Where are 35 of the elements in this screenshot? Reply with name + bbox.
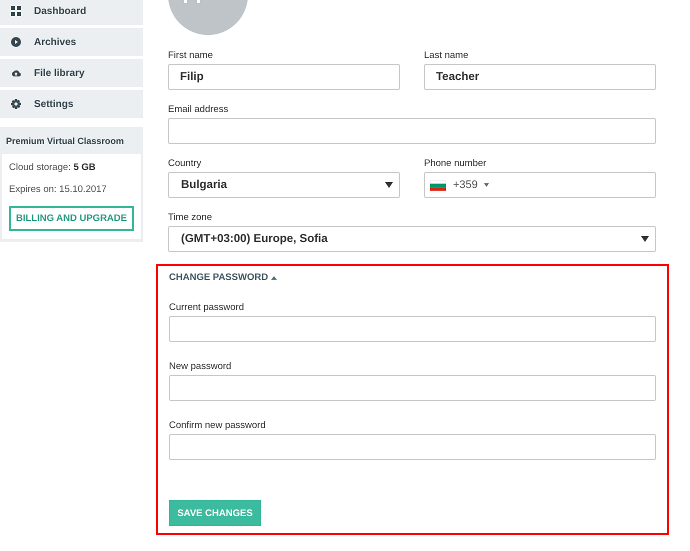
caret-icon [484,183,489,187]
input-field[interactable] [168,118,656,144]
expiry-text: Expires on: 15.10.2017 [9,184,108,195]
phone-field[interactable]: +359 [424,172,656,198]
field-label: Email address [168,104,230,115]
grid-icon [11,6,21,16]
field-label: Time zone [168,212,213,223]
change-password-toggle[interactable]: CHANGE PASSWORD [169,272,278,283]
field-label: First name [168,50,214,61]
storage-text: Cloud storage: 5 GB [9,162,97,173]
select-field[interactable]: Bulgaria [168,172,400,198]
password-field[interactable] [169,375,656,401]
sidebar-item[interactable]: Dashboard [0,0,143,25]
password-field[interactable] [169,316,656,342]
field-label: Country [168,158,202,169]
field-label: Phone number [424,158,488,169]
sidebar-item[interactable]: Archives [0,28,143,56]
field-label: Confirm new password [169,420,267,431]
flag-icon [430,180,446,190]
input-field[interactable]: Teacher [424,64,656,90]
field-label: New password [169,361,232,372]
input-field[interactable]: Filip [168,64,400,90]
cloud-upload-icon [11,68,21,78]
sidebar-item[interactable]: Settings [0,90,143,118]
plan-title: Premium Virtual Classroom [5,135,125,148]
caret-icon [641,236,649,242]
gear-icon [11,99,21,109]
password-field[interactable] [169,434,656,460]
select-field[interactable]: (GMT+03:00) Europe, Sofia [168,226,656,252]
caret-icon [385,182,393,188]
sidebar-item[interactable]: File library [0,59,143,87]
play-circle-icon [11,37,21,47]
field-label: Current password [169,302,245,313]
caret-icon [271,276,278,280]
field-label: Last name [424,50,470,61]
